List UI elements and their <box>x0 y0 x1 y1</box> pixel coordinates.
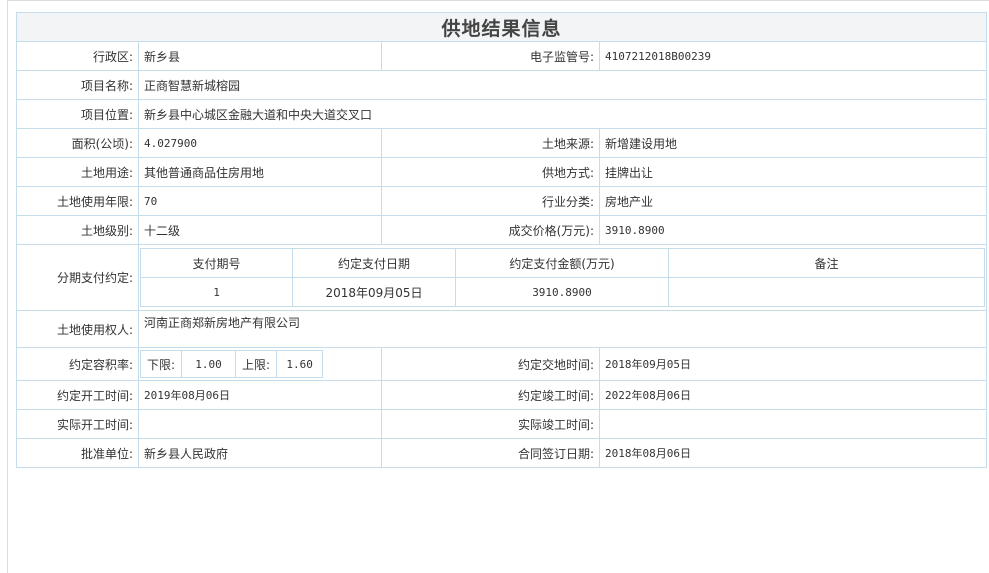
table-row: 约定开工时间: 2019年08月06日 约定竣工时间: 2022年08月06日 <box>16 380 988 410</box>
land-use-value: 其他普通商品住房用地 <box>138 157 382 187</box>
table-row: 面积(公顷): 4.027900 土地来源: 新增建设用地 <box>16 128 988 158</box>
delivery-time-label: 约定交地时间: <box>381 347 600 381</box>
installment-cell: 支付期号 约定支付日期 约定支付金额(万元) 备注 1 2018年09月05日 … <box>137 244 988 311</box>
far-lower-label: 下限: <box>139 350 183 378</box>
column-header-amount: 约定支付金额(万元) <box>455 248 669 278</box>
installment-remark <box>667 277 986 307</box>
approval-unit-label: 批准单位: <box>16 438 139 468</box>
far-cell: 下限: 1.00 上限: 1.60 <box>138 347 382 381</box>
table-row: 实际开工时间: 实际竣工时间: <box>16 409 988 439</box>
installment-label: 分期支付约定: <box>16 244 139 311</box>
table-row: 项目位置: 新乡县中心城区金融大道和中央大道交叉口 <box>16 99 988 129</box>
contract-date-value: 2018年08月06日 <box>598 438 988 468</box>
use-years-label: 土地使用年限: <box>16 186 139 216</box>
table-row: 土地级别: 十二级 成交价格(万元): 3910.8900 <box>16 215 988 245</box>
table-row: 土地使用权人: 河南正商郑新房地产有限公司 <box>16 310 988 348</box>
use-years-value: 70 <box>138 186 382 216</box>
installment-period: 1 <box>140 277 293 307</box>
table-row: 项目名称: 正商智慧新城榕园 <box>16 70 988 100</box>
actual-completion-label: 实际竣工时间: <box>381 409 600 439</box>
supervision-no-value: 4107212018B00239 <box>598 41 988 71</box>
approval-unit-value: 新乡县人民政府 <box>138 438 382 468</box>
column-header-period: 支付期号 <box>140 248 293 278</box>
district-value: 新乡县 <box>138 41 382 71</box>
start-time-label: 约定开工时间: <box>16 380 139 410</box>
far-label: 约定容积率: <box>16 347 139 381</box>
land-user-value: 河南正商郑新房地产有限公司 <box>137 310 988 348</box>
column-header-date: 约定支付日期 <box>292 248 456 278</box>
price-value: 3910.8900 <box>598 215 988 245</box>
contract-date-label: 合同签订日期: <box>381 438 600 468</box>
supply-method-label: 供地方式: <box>381 157 600 187</box>
project-location-label: 项目位置: <box>16 99 139 129</box>
area-value: 4.027900 <box>138 128 382 158</box>
table-row: 土地使用年限: 70 行业分类: 房地产业 <box>16 186 988 216</box>
district-label: 行政区: <box>16 41 139 71</box>
completion-time-value: 2022年08月06日 <box>598 380 988 410</box>
supply-method-value: 挂牌出让 <box>598 157 988 187</box>
column-header-remark: 备注 <box>667 248 986 278</box>
installment-date: 2018年09月05日 <box>292 277 456 307</box>
table-row: 约定容积率: 下限: 1.00 上限: 1.60 约定交地时间: 2018年09… <box>16 347 988 381</box>
installment-row: 1 2018年09月05日 3910.8900 <box>140 277 986 307</box>
land-use-label: 土地用途: <box>16 157 139 187</box>
installment-table: 支付期号 约定支付日期 约定支付金额(万元) 备注 1 2018年09月05日 … <box>140 248 986 307</box>
actual-start-value <box>138 409 382 439</box>
actual-completion-value <box>598 409 988 439</box>
table-row: 行政区: 新乡县 电子监管号: 4107212018B00239 <box>16 41 988 71</box>
project-name-value: 正商智慧新城榕园 <box>137 70 988 100</box>
price-label: 成交价格(万元): <box>381 215 600 245</box>
land-level-value: 十二级 <box>138 215 382 245</box>
installment-amount: 3910.8900 <box>455 277 669 307</box>
supervision-no-label: 电子监管号: <box>381 41 600 71</box>
delivery-time-value: 2018年09月05日 <box>598 347 988 381</box>
table-row: 批准单位: 新乡县人民政府 合同签订日期: 2018年08月06日 <box>16 438 988 468</box>
land-source-label: 土地来源: <box>381 128 600 158</box>
land-level-label: 土地级别: <box>16 215 139 245</box>
far-upper-value: 1.60 <box>276 350 324 378</box>
far-lower-value: 1.00 <box>181 350 237 378</box>
table-row: 分期支付约定: 支付期号 约定支付日期 约定支付金额(万元) 备注 1 2018… <box>16 244 988 311</box>
project-location-value: 新乡县中心城区金融大道和中央大道交叉口 <box>137 99 988 129</box>
far-upper-label: 上限: <box>235 350 278 378</box>
far-range-table: 下限: 1.00 上限: 1.60 <box>139 350 324 378</box>
industry-label: 行业分类: <box>381 186 600 216</box>
area-label: 面积(公顷): <box>16 128 139 158</box>
installment-header-row: 支付期号 约定支付日期 约定支付金额(万元) 备注 <box>140 248 986 278</box>
start-time-value: 2019年08月06日 <box>138 380 382 410</box>
land-supply-result-table: 供地结果信息 行政区: 新乡县 电子监管号: 4107212018B00239 … <box>15 12 988 468</box>
page-title: 供地结果信息 <box>15 12 988 42</box>
actual-start-label: 实际开工时间: <box>16 409 139 439</box>
land-source-value: 新增建设用地 <box>598 128 988 158</box>
project-name-label: 项目名称: <box>16 70 139 100</box>
industry-value: 房地产业 <box>598 186 988 216</box>
land-user-label: 土地使用权人: <box>16 310 139 348</box>
table-row: 土地用途: 其他普通商品住房用地 供地方式: 挂牌出让 <box>16 157 988 187</box>
completion-time-label: 约定竣工时间: <box>381 380 600 410</box>
